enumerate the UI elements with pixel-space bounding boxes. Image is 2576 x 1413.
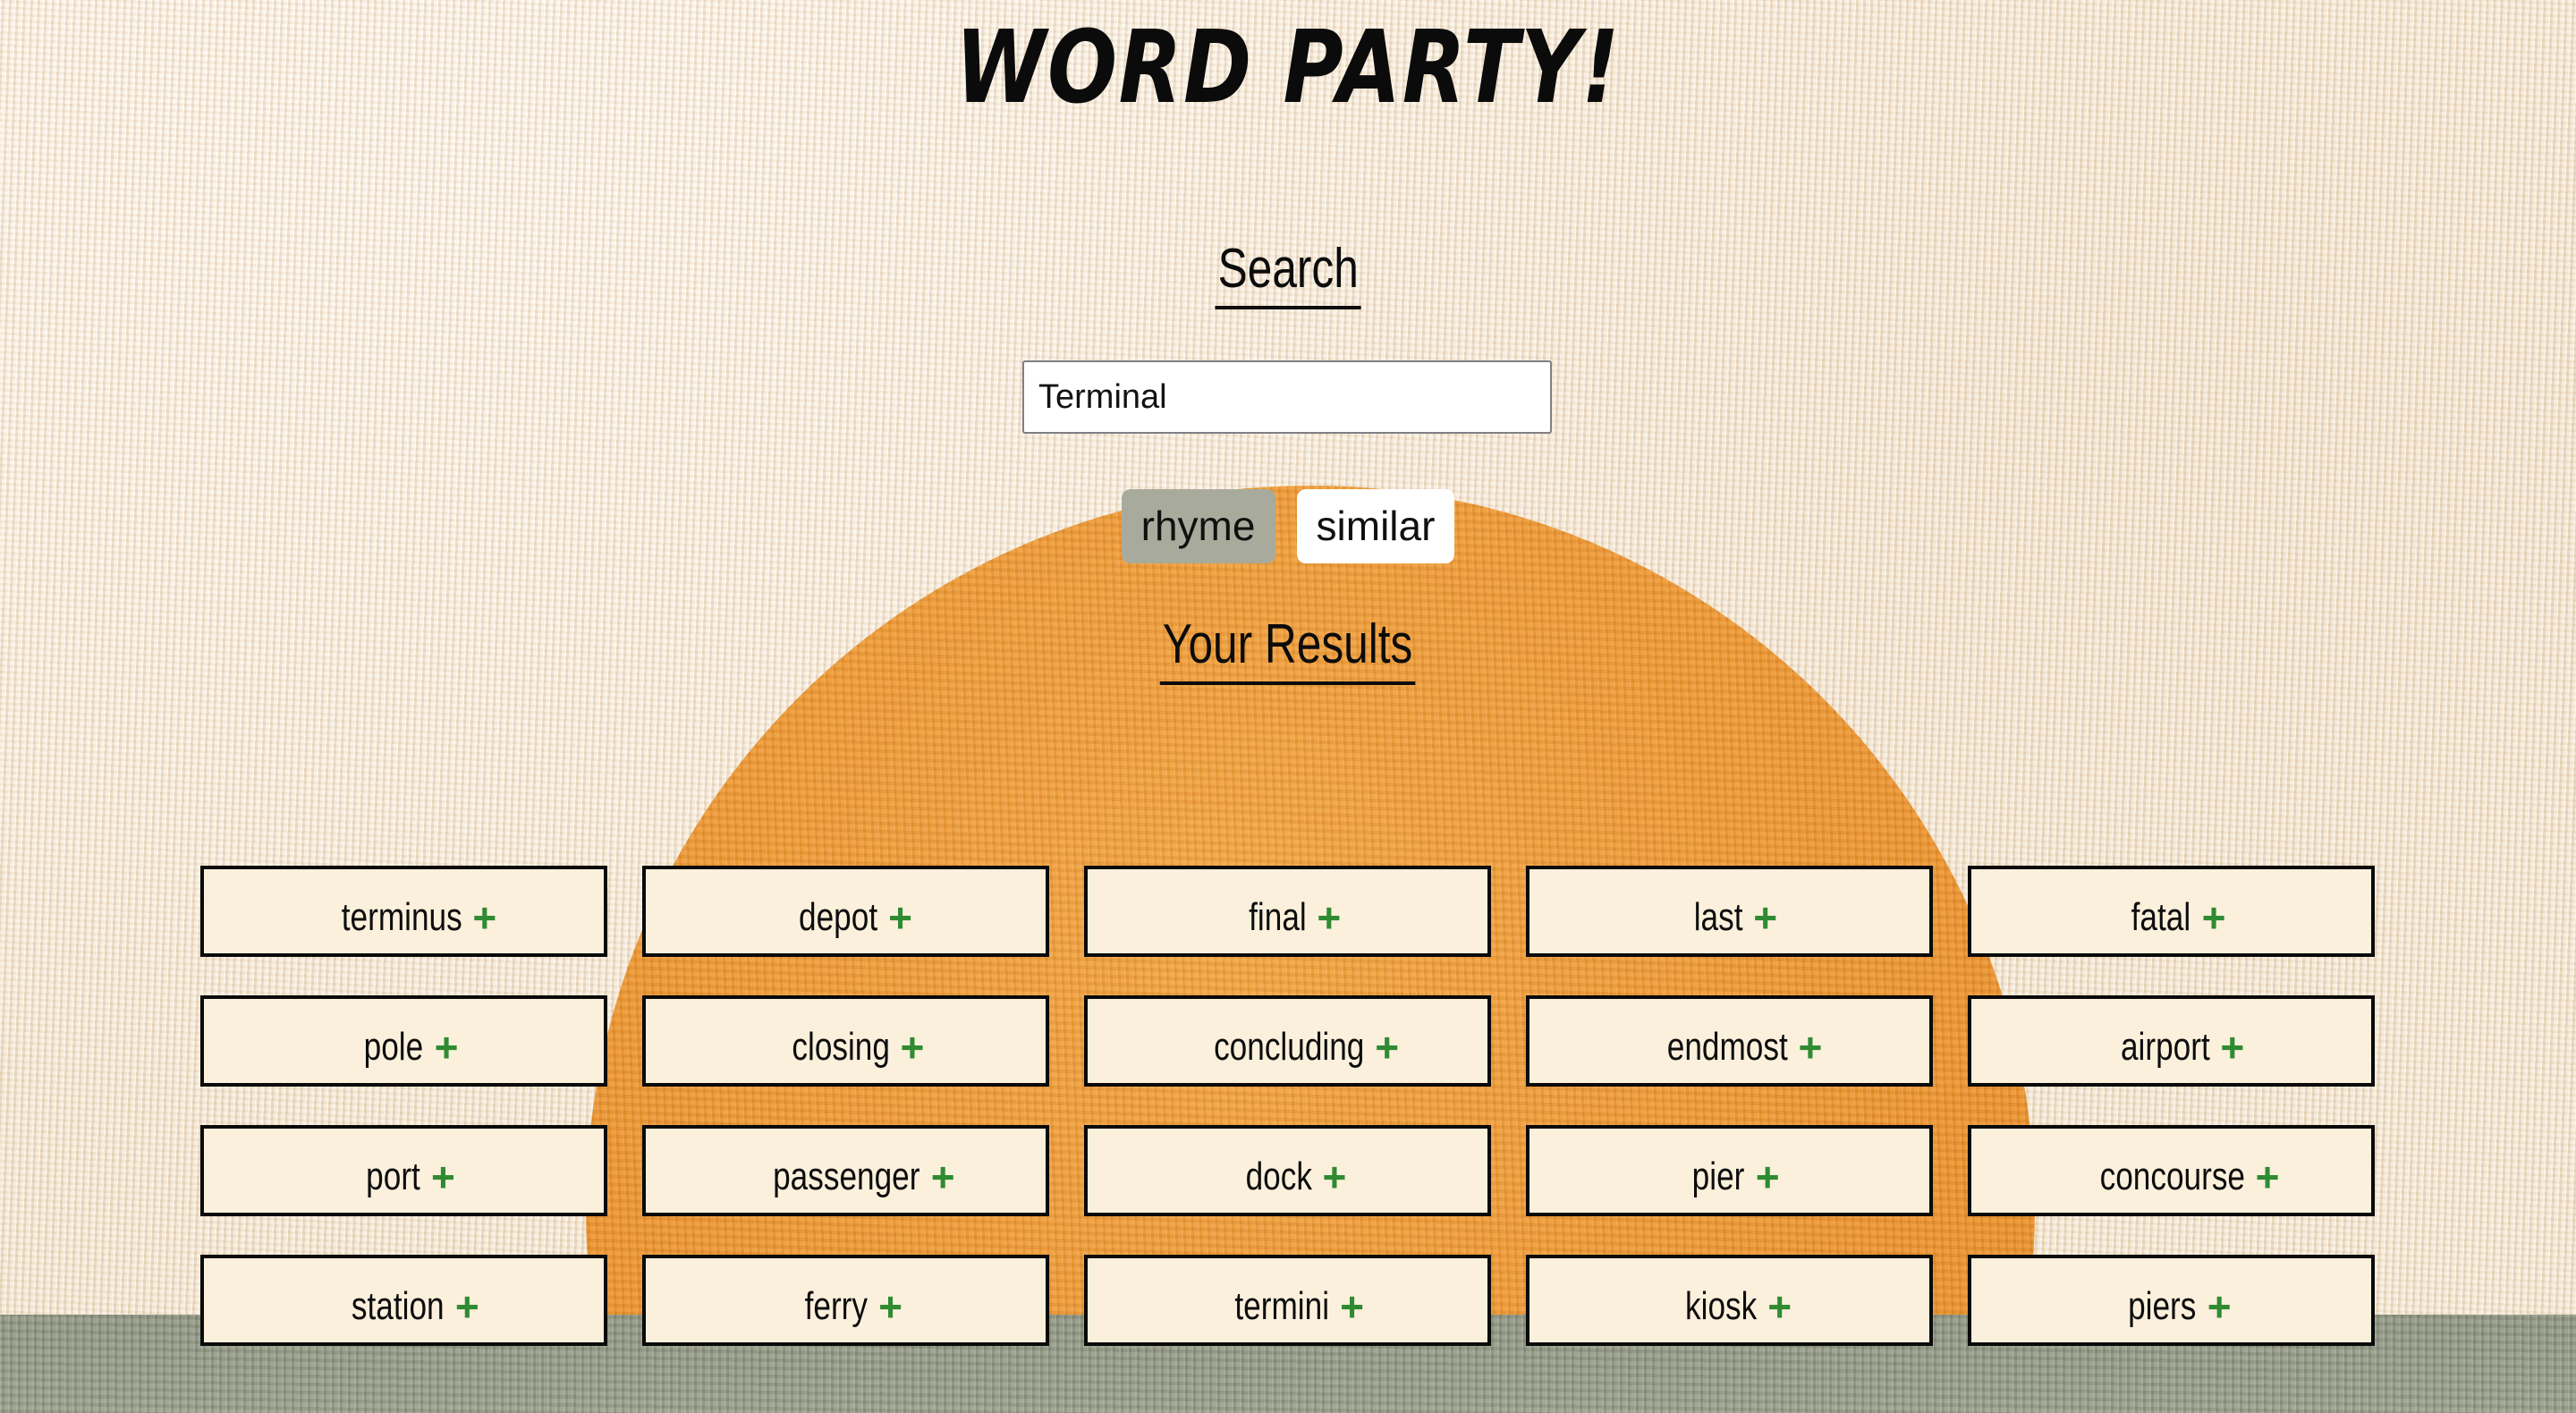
add-word-plus-icon[interactable]: + bbox=[1753, 897, 1777, 938]
result-word-card[interactable]: kiosk + bbox=[1526, 1255, 1933, 1346]
add-word-plus-icon[interactable]: + bbox=[878, 1286, 902, 1327]
result-word-label: final bbox=[1248, 895, 1307, 939]
result-word-card[interactable]: piers + bbox=[1968, 1255, 2375, 1346]
results-grid: terminus + depot + final + last + fatal + pole + clo… bbox=[200, 866, 2376, 1346]
add-word-plus-icon[interactable]: + bbox=[1767, 1286, 1792, 1327]
result-word-label: concluding bbox=[1213, 1025, 1365, 1069]
result-word-card[interactable]: termini + bbox=[1084, 1255, 1491, 1346]
result-word-label: terminus bbox=[341, 895, 462, 939]
result-word-card[interactable]: station + bbox=[200, 1255, 607, 1346]
add-word-plus-icon[interactable]: + bbox=[2202, 897, 2226, 938]
result-word-card[interactable]: endmost + bbox=[1526, 995, 1933, 1087]
add-word-plus-icon[interactable]: + bbox=[472, 897, 496, 938]
app-title: WORD PARTY! bbox=[955, 10, 1621, 126]
add-word-plus-icon[interactable]: + bbox=[1340, 1286, 1364, 1327]
result-word-card[interactable]: passenger + bbox=[642, 1125, 1049, 1216]
result-word-card[interactable]: depot + bbox=[642, 866, 1049, 957]
add-word-plus-icon[interactable]: + bbox=[431, 1156, 455, 1197]
result-word-card[interactable]: fatal + bbox=[1968, 866, 2375, 957]
add-word-plus-icon[interactable]: + bbox=[1798, 1027, 1822, 1068]
results-heading-text: Your Results bbox=[1160, 613, 1416, 685]
result-word-card[interactable]: last + bbox=[1526, 866, 1933, 957]
result-word-label: last bbox=[1693, 895, 1743, 939]
result-word-label: concourse bbox=[2099, 1155, 2245, 1198]
result-word-label: depot bbox=[799, 895, 878, 939]
add-word-plus-icon[interactable]: + bbox=[455, 1286, 479, 1327]
result-word-label: airport bbox=[2120, 1025, 2210, 1069]
add-word-plus-icon[interactable]: + bbox=[1375, 1027, 1399, 1068]
result-word-label: termini bbox=[1234, 1284, 1330, 1328]
result-word-label: pier bbox=[1692, 1155, 1745, 1198]
result-word-label: piers bbox=[2128, 1284, 2197, 1328]
mode-button-similar[interactable]: similar bbox=[1296, 489, 1455, 563]
result-word-label: port bbox=[366, 1155, 420, 1198]
result-word-label: dock bbox=[1245, 1155, 1312, 1198]
add-word-plus-icon[interactable]: + bbox=[435, 1027, 459, 1068]
app-stage: WORD PARTY! Search rhyme similar Your Res… bbox=[0, 0, 2576, 1413]
result-word-card[interactable]: concluding + bbox=[1084, 995, 1491, 1087]
result-word-card[interactable]: terminus + bbox=[200, 866, 607, 957]
mode-button-label: rhyme bbox=[1140, 503, 1256, 549]
result-word-label: fatal bbox=[2131, 895, 2191, 939]
result-word-card[interactable]: final + bbox=[1084, 866, 1491, 957]
search-heading-text: Search bbox=[1215, 237, 1361, 309]
mode-button-label: similar bbox=[1316, 503, 1436, 549]
result-word-card[interactable]: airport + bbox=[1968, 995, 2375, 1087]
result-word-card[interactable]: pier + bbox=[1526, 1125, 1933, 1216]
result-word-label: closing bbox=[791, 1025, 890, 1069]
result-word-label: kiosk bbox=[1684, 1284, 1758, 1328]
mode-button-rhyme[interactable]: rhyme bbox=[1121, 489, 1275, 563]
add-word-plus-icon[interactable]: + bbox=[2220, 1027, 2244, 1068]
add-word-plus-icon[interactable]: + bbox=[901, 1027, 925, 1068]
result-word-card[interactable]: port + bbox=[200, 1125, 607, 1216]
search-heading: Search bbox=[0, 237, 2576, 309]
result-word-card[interactable]: ferry + bbox=[642, 1255, 1049, 1346]
result-word-label: endmost bbox=[1666, 1025, 1788, 1069]
result-word-label: pole bbox=[364, 1025, 424, 1069]
add-word-plus-icon[interactable]: + bbox=[931, 1156, 955, 1197]
add-word-plus-icon[interactable]: + bbox=[2207, 1286, 2232, 1327]
result-word-card[interactable]: concourse + bbox=[1968, 1125, 2375, 1216]
result-word-card[interactable]: dock + bbox=[1084, 1125, 1491, 1216]
results-heading: Your Results bbox=[0, 613, 2576, 685]
search-mode-toggle-group: rhyme similar bbox=[0, 489, 2576, 563]
add-word-plus-icon[interactable]: + bbox=[1323, 1156, 1347, 1197]
result-word-label: ferry bbox=[804, 1284, 869, 1328]
result-word-card[interactable]: closing + bbox=[642, 995, 1049, 1087]
result-word-card[interactable]: pole + bbox=[200, 995, 607, 1087]
add-word-plus-icon[interactable]: + bbox=[888, 897, 912, 938]
result-word-label: passenger bbox=[773, 1155, 920, 1198]
page-content: WORD PARTY! Search rhyme similar Your Res… bbox=[0, 0, 2576, 1413]
add-word-plus-icon[interactable]: + bbox=[1756, 1156, 1780, 1197]
search-input[interactable] bbox=[1022, 360, 1552, 434]
add-word-plus-icon[interactable]: + bbox=[1317, 897, 1341, 938]
result-word-label: station bbox=[352, 1284, 445, 1328]
add-word-plus-icon[interactable]: + bbox=[2256, 1156, 2280, 1197]
